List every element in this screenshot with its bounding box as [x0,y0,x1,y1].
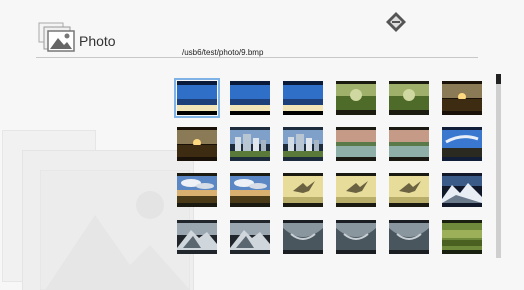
thumb-green-moss[interactable] [442,220,482,254]
thumbnail-image [389,220,429,254]
thumb-lake-dusk-1[interactable] [336,127,376,161]
diamond-logo-icon [386,12,406,32]
thumb-bird-flight-1[interactable] [283,173,323,207]
thumbnail-image [230,173,270,207]
thumb-clouds-sea[interactable] [230,173,270,207]
thumbnail-image [283,173,323,207]
thumbnail-image [177,81,217,115]
thumb-bird-flight-2[interactable] [336,173,376,207]
thumb-mountain-peak-1[interactable] [177,220,217,254]
thumbnail-image [336,173,376,207]
thumb-lake-dusk-2[interactable] [389,127,429,161]
thumb-bird-flight-3[interactable] [389,173,429,207]
thumb-clouds-horizon[interactable] [177,173,217,207]
thumbnail-image [230,81,270,115]
scrollbar[interactable] [496,74,501,258]
scrollbar-thumb[interactable] [496,74,501,84]
thumbnail-image [336,81,376,115]
thumbnail-image [442,127,482,161]
thumb-canyon-3[interactable] [389,220,429,254]
thumb-canyon-1[interactable] [283,220,323,254]
thumbnail-image [177,220,217,254]
thumbnail-image [442,173,482,207]
thumbnail-image [442,220,482,254]
thumb-mountain-peak-2[interactable] [230,220,270,254]
thumbnail-image [336,127,376,161]
page-title: Photo [79,33,116,49]
thumb-city-skyline-2[interactable] [283,127,323,161]
photo-stack-icon [38,22,75,52]
thumbnail-image [230,127,270,161]
current-file-path: /usb6/test/photo/9.bmp [182,48,264,57]
thumbnail-image [283,127,323,161]
thumb-ocean-pier[interactable] [174,78,220,118]
thumbnail-image [177,127,217,161]
photo-browser-screen: Photo /usb6/test/photo/9.bmp [0,0,524,290]
thumbnail-image [283,81,323,115]
thumbnail-image [389,81,429,115]
thumbnail-grid [174,78,484,257]
background-photo-icon [40,170,190,290]
header-divider [36,57,478,58]
thumbnail-image [283,220,323,254]
thumbnail-image [230,220,270,254]
thumbnail-image [336,220,376,254]
thumb-sea-blue-2[interactable] [283,81,323,115]
thumbnail-image [389,127,429,161]
thumbnail-image [389,173,429,207]
thumbnail-image [177,173,217,207]
thumb-sunset-sea[interactable] [177,127,217,161]
thumb-city-skyline-1[interactable] [230,127,270,161]
thumb-sunset-field[interactable] [442,81,482,115]
thumb-blue-sky[interactable] [442,127,482,161]
thumb-green-landscape-2[interactable] [389,81,429,115]
thumb-mountains-snow[interactable] [442,173,482,207]
thumb-green-landscape-1[interactable] [336,81,376,115]
thumbnail-image [442,81,482,115]
thumb-sea-blue-1[interactable] [230,81,270,115]
thumb-canyon-2[interactable] [336,220,376,254]
